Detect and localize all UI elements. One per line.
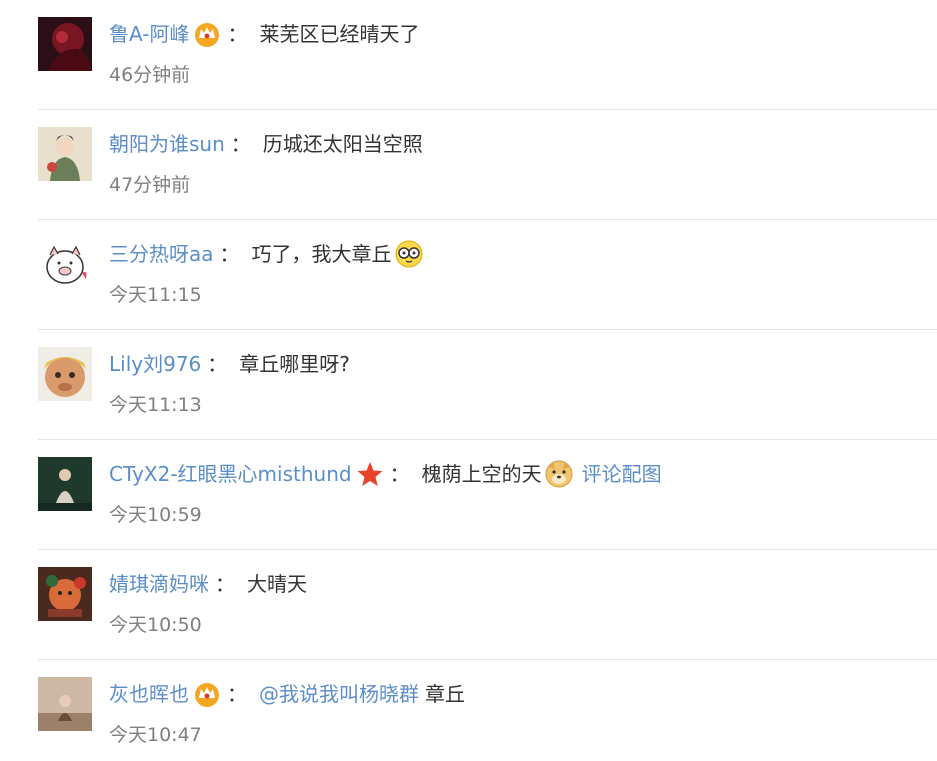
comment-text: 章丘 bbox=[425, 682, 465, 706]
crown-icon bbox=[193, 20, 221, 48]
username-link[interactable]: 婧琪滴妈咪 bbox=[109, 569, 209, 599]
username-link[interactable]: 三分热呀aa bbox=[109, 239, 214, 269]
comment-text: 巧了，我大章丘 bbox=[251, 242, 392, 266]
colon-separator: ： bbox=[227, 22, 248, 46]
mention-link[interactable]: @我说我叫杨晓群 bbox=[259, 679, 419, 709]
avatar[interactable] bbox=[38, 17, 92, 71]
comment-item: CTyX2-红眼黑心misthund ： 槐荫上空的天 评论配图 今天10:59 bbox=[0, 440, 937, 550]
comment-text: 大晴天 bbox=[247, 572, 307, 596]
comment-text: 章丘哪里呀? bbox=[239, 352, 350, 376]
comment-item: 朝阳为谁sun ： 历城还太阳当空照 47分钟前 bbox=[0, 110, 937, 220]
timestamp: 今天11:15 bbox=[109, 284, 202, 306]
comment-text: 莱芜区已经晴天了 bbox=[259, 22, 420, 46]
timestamp: 47分钟前 bbox=[109, 174, 191, 196]
comment-item: 鲁A-阿峰 ： 莱芜区已经晴天了 46分钟前 bbox=[0, 0, 937, 110]
avatar[interactable] bbox=[38, 457, 92, 511]
comment-item: 灰也晖也 ： @我说我叫杨晓群 章丘 今天10:47 bbox=[0, 660, 937, 761]
colon-separator: ： bbox=[227, 682, 247, 706]
colon-separator: ： bbox=[215, 572, 235, 596]
comment-text: 历城还太阳当空照 bbox=[262, 132, 423, 156]
colon-separator: ： bbox=[219, 242, 240, 266]
avatar[interactable] bbox=[38, 347, 92, 401]
avatar[interactable] bbox=[38, 127, 92, 181]
comment-item: 三分热呀aa ： 巧了，我大章丘 今天11:15 bbox=[0, 220, 937, 330]
timestamp: 今天10:50 bbox=[109, 614, 202, 636]
colon-separator: ： bbox=[230, 132, 251, 156]
timestamp: 46分钟前 bbox=[109, 64, 191, 86]
comment-image-link[interactable]: 评论配图 bbox=[582, 459, 662, 489]
crown-icon bbox=[193, 680, 221, 708]
username-link[interactable]: 朝阳为谁sun bbox=[109, 129, 225, 159]
colon-separator: ： bbox=[389, 462, 410, 486]
username-link[interactable]: 灰也晖也 bbox=[109, 679, 189, 709]
timestamp: 今天10:47 bbox=[109, 724, 202, 746]
username-link[interactable]: CTyX2-红眼黑心misthund bbox=[109, 459, 352, 489]
star-icon bbox=[356, 460, 384, 488]
avatar[interactable] bbox=[38, 677, 92, 731]
colon-separator: ： bbox=[207, 352, 228, 376]
comment-item: Lily刘976 ： 章丘哪里呀? 今天11:13 bbox=[0, 330, 937, 440]
glasses-face-icon bbox=[394, 239, 424, 269]
avatar[interactable] bbox=[38, 237, 92, 291]
doge-icon bbox=[544, 459, 574, 489]
timestamp: 今天11:13 bbox=[109, 394, 202, 416]
username-link[interactable]: 鲁A-阿峰 bbox=[109, 19, 189, 49]
comment-text: 槐荫上空的天 bbox=[421, 462, 542, 486]
username-link[interactable]: Lily刘976 bbox=[109, 349, 201, 379]
avatar[interactable] bbox=[38, 567, 92, 621]
comment-item: 婧琪滴妈咪 ： 大晴天 今天10:50 bbox=[0, 550, 937, 660]
timestamp: 今天10:59 bbox=[109, 504, 202, 526]
